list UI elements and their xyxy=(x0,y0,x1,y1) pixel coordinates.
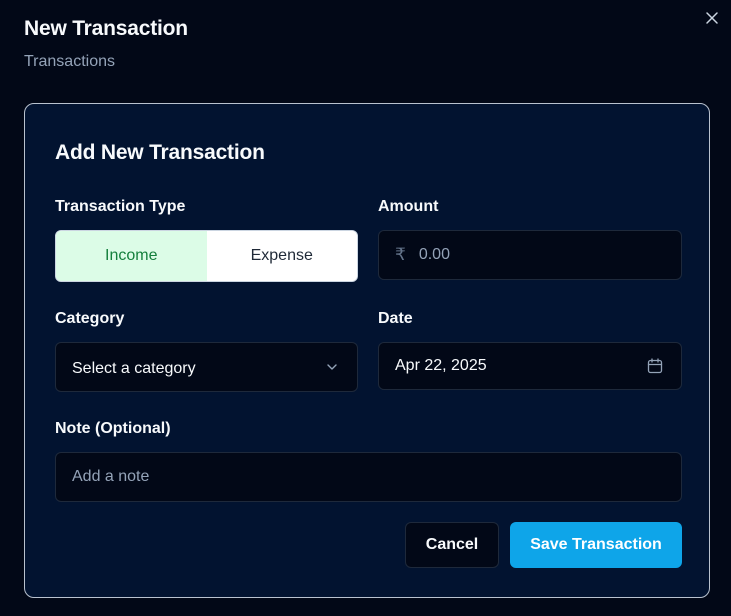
date-value: Apr 22, 2025 xyxy=(395,357,487,374)
dialog-subtitle: Transactions xyxy=(24,53,115,70)
save-transaction-button[interactable]: Save Transaction xyxy=(510,522,682,568)
chevron-down-icon xyxy=(325,360,339,374)
form-title: Add New Transaction xyxy=(55,141,265,164)
close-icon xyxy=(706,12,718,24)
date-label: Date xyxy=(378,310,413,327)
category-label: Category xyxy=(55,310,125,327)
transaction-type-label: Transaction Type xyxy=(55,198,186,215)
rupee-icon: ₹ xyxy=(395,245,406,264)
category-select[interactable]: Select a category xyxy=(55,342,358,392)
amount-input[interactable]: ₹ 0.00 xyxy=(378,230,682,280)
note-input[interactable]: Add a note xyxy=(55,452,682,502)
amount-label: Amount xyxy=(378,198,439,215)
close-button[interactable] xyxy=(704,10,720,26)
amount-placeholder: 0.00 xyxy=(418,246,450,263)
cancel-button[interactable]: Cancel xyxy=(405,522,499,568)
income-option[interactable]: Income xyxy=(56,231,207,281)
category-select-value: Select a category xyxy=(72,360,196,377)
transaction-form-card: Add New Transaction Transaction Type Inc… xyxy=(24,103,710,598)
note-label: Note (Optional) xyxy=(55,420,171,437)
note-placeholder: Add a note xyxy=(72,468,150,485)
calendar-icon xyxy=(646,357,664,375)
dialog-title: New Transaction xyxy=(24,17,188,40)
date-picker[interactable]: Apr 22, 2025 xyxy=(378,342,682,390)
expense-option[interactable]: Expense xyxy=(206,231,357,281)
transaction-type-toggle: Income Expense xyxy=(55,230,358,282)
